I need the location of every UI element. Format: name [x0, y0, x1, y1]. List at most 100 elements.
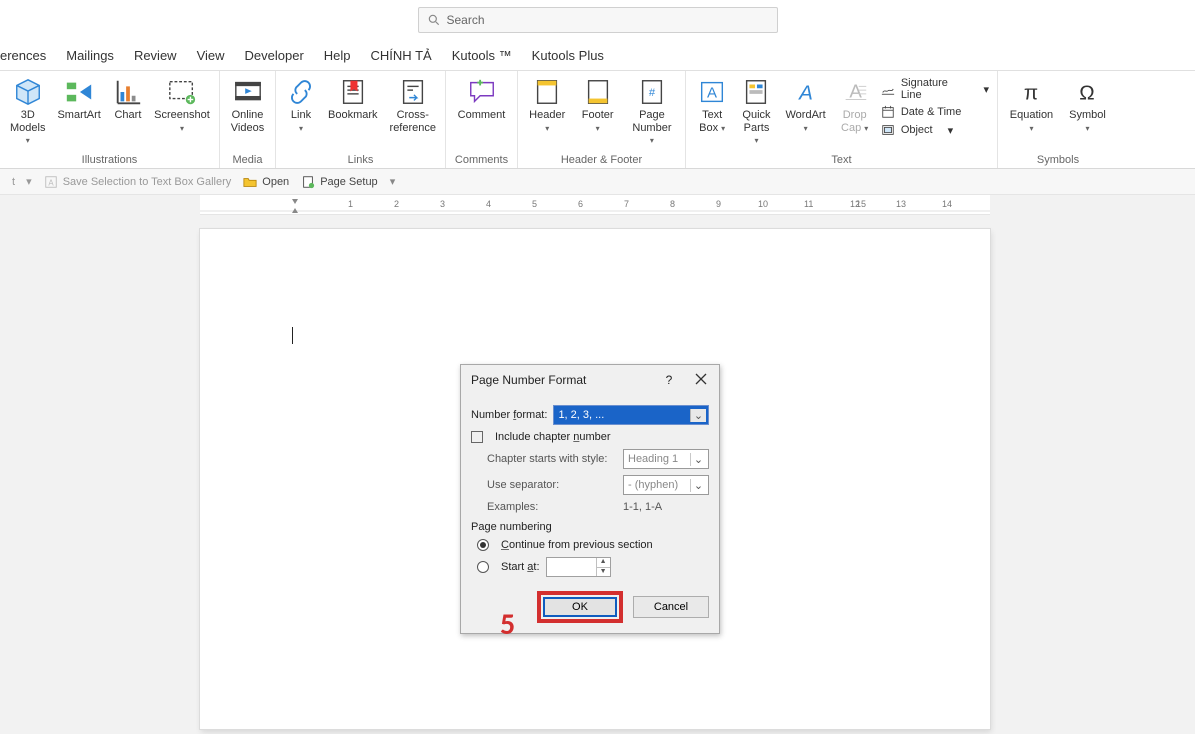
quickparts-icon [741, 77, 771, 107]
text-side-stack: Signature Line ▾ Date & Time Object ▾ [879, 75, 991, 137]
examples-value: 1-1, 1-A [623, 501, 662, 513]
ruler-scale: 123 456 789 101112 131415 [200, 195, 990, 215]
title-bar: Search [0, 0, 1195, 40]
tab-help[interactable]: Help [324, 48, 351, 63]
btn-label: Bookmark [328, 109, 378, 122]
svg-text:11: 11 [804, 199, 813, 209]
continue-radio[interactable] [477, 539, 489, 551]
signature-line-button[interactable]: Signature Line ▾ [879, 77, 991, 101]
chevron-down-icon: ▾ [983, 83, 989, 96]
ok-button[interactable]: OK [543, 597, 617, 617]
include-chapter-label: Include chapter number [495, 431, 611, 443]
group-label: Illustrations [0, 152, 219, 168]
footer-button[interactable]: Footer▾ [574, 75, 620, 136]
cross-reference-button[interactable]: Cross-reference [386, 75, 440, 136]
spin-up[interactable]: ▲ [597, 558, 610, 568]
smartart-icon [64, 77, 94, 107]
search-icon [427, 13, 441, 27]
tab-mailings[interactable]: Mailings [66, 48, 114, 63]
svg-text:15: 15 [856, 199, 866, 209]
close-icon [695, 373, 707, 385]
select-value: Heading 1 [628, 453, 678, 465]
group-symbols: π Equation▾ Ω Symbol▾ Symbols [998, 71, 1118, 168]
symbol-button[interactable]: Ω Symbol▾ [1063, 75, 1112, 136]
group-links: Link▾ Bookmark Cross-reference Links [276, 71, 446, 168]
start-at-input[interactable] [547, 558, 596, 576]
cancel-button[interactable]: Cancel [633, 596, 709, 618]
group-header-footer: Header▾ Footer▾ # PageNumber ▾ Header & … [518, 71, 686, 168]
dialog-body: Number format: 1, 2, 3, ... ⌄ Include ch… [461, 395, 719, 633]
3d-models-button[interactable]: 3DModels ▾ [6, 75, 49, 149]
object-button[interactable]: Object ▾ [879, 123, 991, 137]
text-box-button[interactable]: A TextBox ▾ [692, 75, 732, 136]
page-number-icon: # [637, 77, 667, 107]
quick-parts-button[interactable]: QuickParts ▾ [736, 75, 776, 149]
number-format-label: Number format: [471, 409, 547, 421]
spin-down[interactable]: ▼ [597, 568, 610, 577]
group-label: Header & Footer [518, 152, 685, 168]
qat-label: Page Setup [320, 176, 378, 188]
close-button[interactable] [689, 373, 713, 388]
btn-label: Date & Time [901, 106, 962, 118]
calendar-icon [881, 105, 895, 119]
start-at-spinner[interactable]: ▲▼ [546, 557, 611, 577]
wordart-button[interactable]: A WordArt▾ [781, 75, 831, 136]
group-illustrations: 3DModels ▾ SmartArt Chart Screenshot▾ Il… [0, 71, 220, 168]
open-button[interactable]: Open [243, 175, 289, 189]
page-number-format-dialog: Page Number Format ? Number format: 1, 2… [460, 364, 720, 634]
btn-label: SmartArt [57, 109, 100, 122]
online-videos-button[interactable]: OnlineVideos [226, 75, 269, 136]
bookmark-button[interactable]: Bookmark [324, 75, 382, 124]
toolbar-leading-item[interactable]: t ▾ [8, 175, 32, 188]
include-chapter-checkbox[interactable] [471, 431, 483, 443]
video-icon [233, 77, 263, 107]
select-value: 1, 2, 3, ... [558, 409, 604, 421]
start-at-radio[interactable] [477, 561, 489, 573]
page-numbering-caption: Page numbering [471, 521, 709, 533]
drop-cap-button[interactable]: A DropCap ▾ [834, 75, 874, 136]
search-box[interactable]: Search [418, 7, 778, 33]
search-placeholder: Search [447, 13, 485, 27]
object-icon [881, 123, 895, 137]
svg-text:8: 8 [670, 199, 675, 209]
svg-text:4: 4 [486, 199, 491, 209]
tab-chinh-ta[interactable]: CHÍNH TẢ [371, 48, 432, 63]
help-button[interactable]: ? [657, 373, 681, 387]
signature-icon [881, 82, 895, 96]
page-number-button[interactable]: # PageNumber ▾ [625, 75, 679, 149]
date-time-button[interactable]: Date & Time [879, 105, 991, 119]
btn-label: Comment [458, 109, 506, 122]
btn-label: PageNumber ▾ [629, 109, 675, 147]
tab-developer[interactable]: Developer [245, 48, 304, 63]
svg-text:π: π [1024, 82, 1038, 105]
equation-button[interactable]: π Equation▾ [1004, 75, 1059, 136]
chevron-down-icon[interactable]: ▾ [390, 175, 396, 188]
number-format-select[interactable]: 1, 2, 3, ... ⌄ [553, 405, 709, 425]
btn-label: TextBox ▾ [699, 109, 725, 134]
group-label: Media [220, 152, 275, 168]
omega-icon: Ω [1072, 77, 1102, 107]
page-setup-button[interactable]: Page Setup [301, 175, 378, 189]
svg-text:7: 7 [624, 199, 629, 209]
tab-kutools-plus[interactable]: Kutools Plus [532, 48, 604, 63]
btn-label: Header▾ [529, 109, 565, 134]
horizontal-ruler[interactable]: 123 456 789 101112 131415 [200, 195, 990, 215]
svg-text:3: 3 [440, 199, 445, 209]
chart-button[interactable]: Chart [109, 75, 147, 124]
svg-text:#: # [649, 87, 656, 99]
group-label: Symbols [998, 152, 1118, 168]
chevron-down-icon: ⌄ [690, 479, 706, 492]
comment-button[interactable]: Comment [452, 75, 511, 124]
tab-kutools[interactable]: Kutools ™ [452, 48, 512, 63]
chart-icon [113, 77, 143, 107]
folder-open-icon [243, 175, 257, 189]
link-button[interactable]: Link▾ [282, 75, 320, 136]
smartart-button[interactable]: SmartArt [53, 75, 104, 124]
tab-references[interactable]: erences [0, 48, 46, 63]
screenshot-button[interactable]: Screenshot▾ [151, 75, 213, 136]
annotation-step-number: 5 [500, 606, 515, 643]
tab-review[interactable]: Review [134, 48, 177, 63]
ribbon-tabs: erences Mailings Review View Developer H… [0, 40, 1195, 71]
tab-view[interactable]: View [197, 48, 225, 63]
header-button[interactable]: Header▾ [524, 75, 570, 136]
